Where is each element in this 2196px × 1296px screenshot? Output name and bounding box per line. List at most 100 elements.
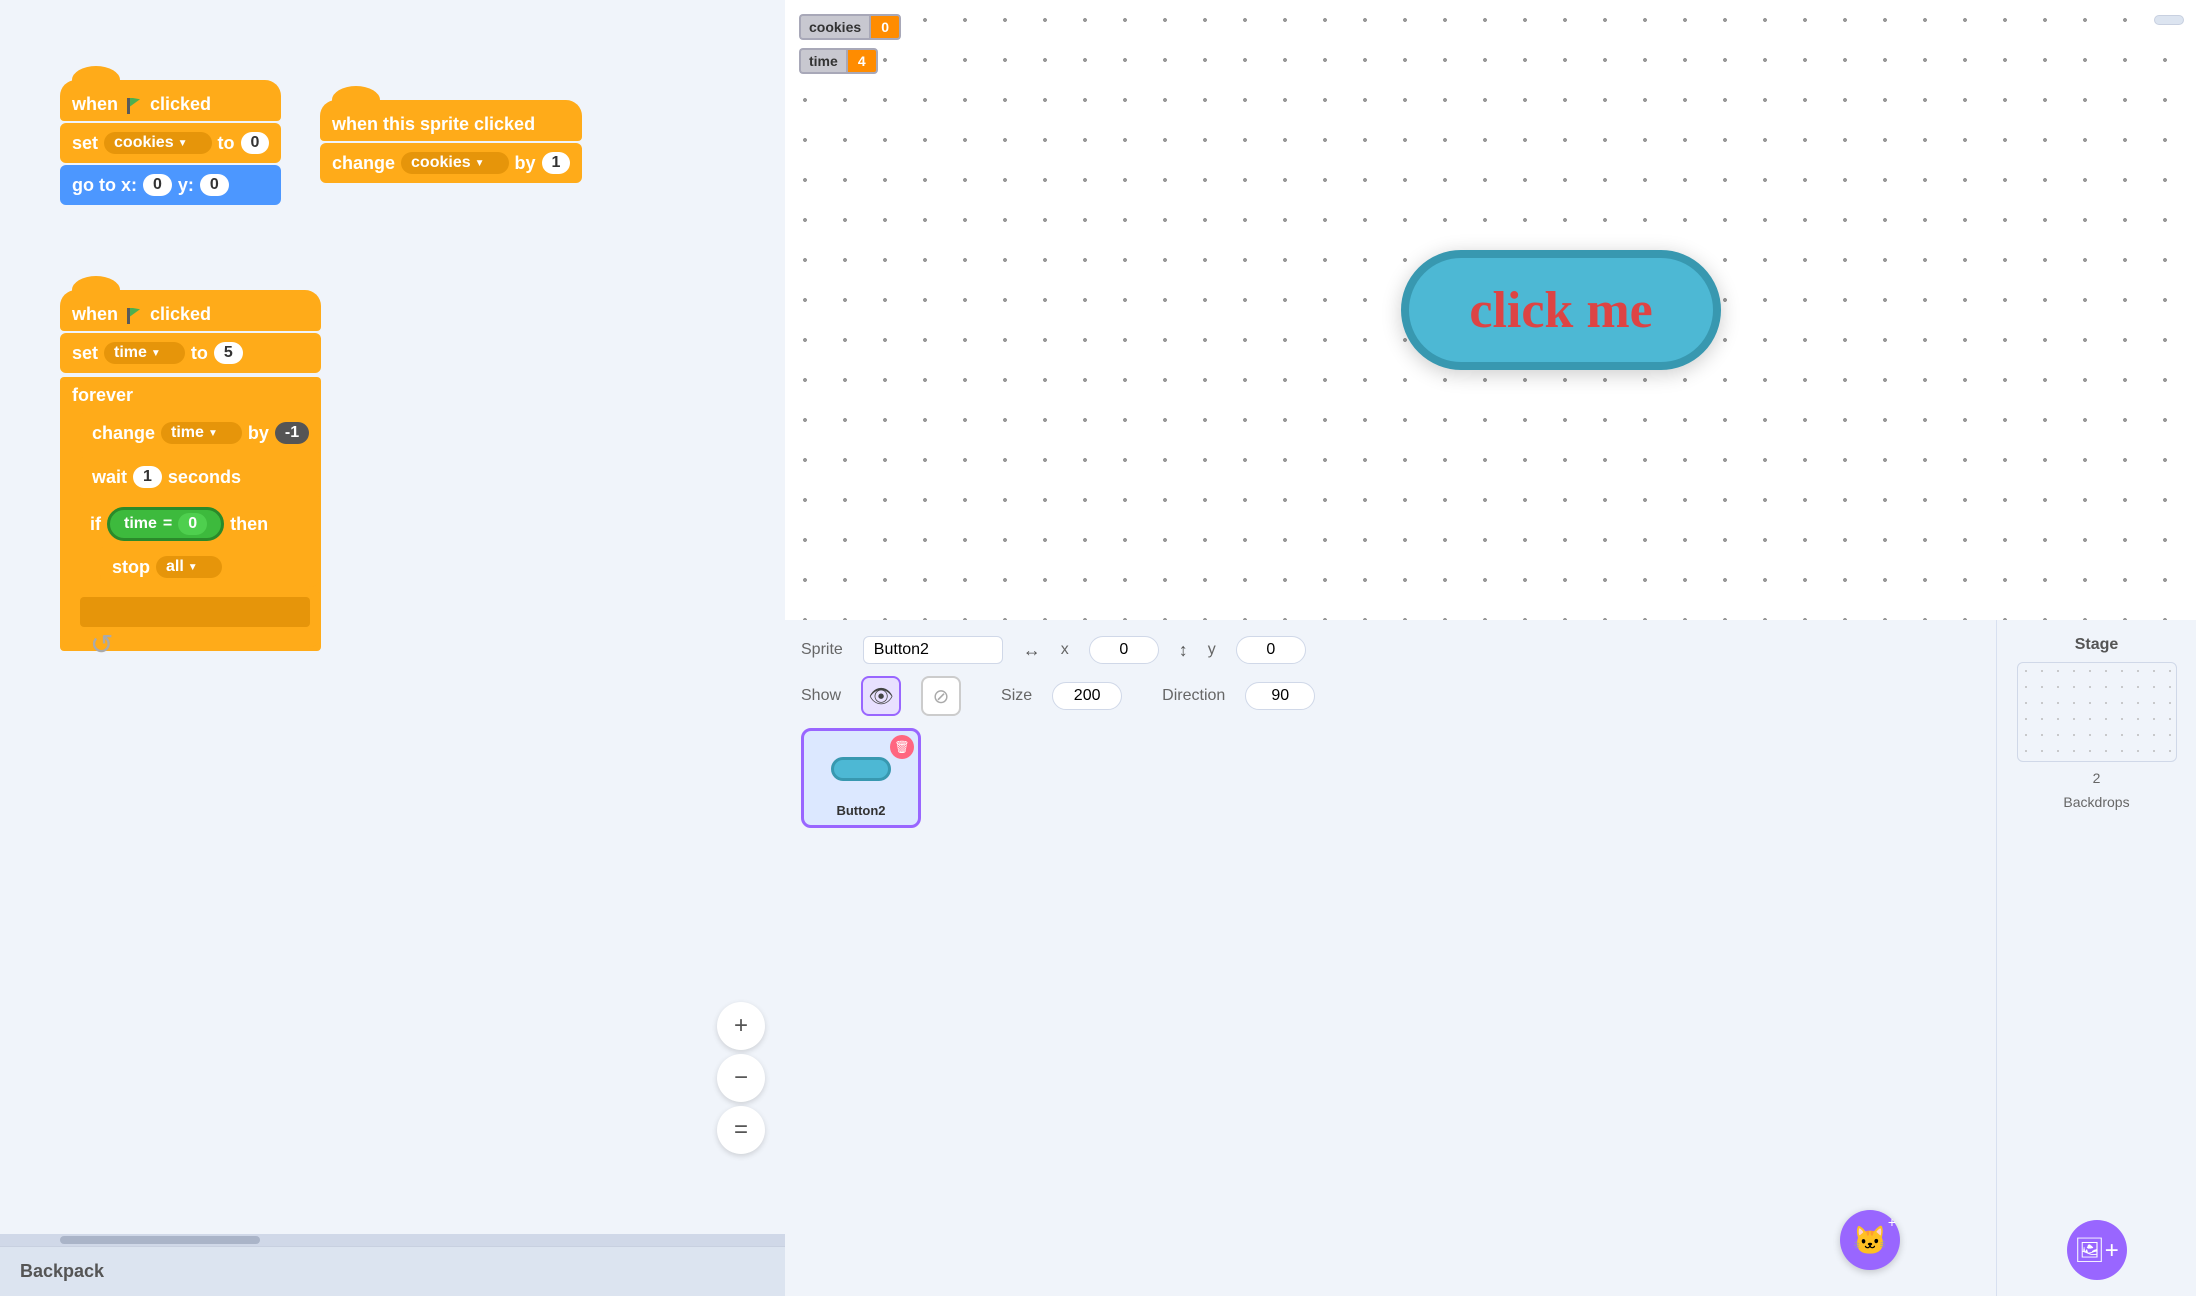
sprite-thumb-button2[interactable]: 🗑 Button2 [801, 728, 921, 828]
size-input[interactable] [1052, 682, 1122, 710]
time-dropdown-set[interactable]: time [104, 342, 185, 364]
cookies-dropdown-1[interactable]: cookies [104, 132, 212, 154]
zoom-out-button[interactable]: − [717, 1054, 765, 1102]
time-dropdown-change[interactable]: time [161, 422, 242, 444]
change-label-3: change [92, 423, 155, 444]
seconds-label: seconds [168, 467, 241, 488]
when-sprite-label: when this sprite clicked [332, 114, 535, 135]
block-stack-3: when clicked set time to 5 forever cha [60, 290, 321, 651]
wait-block[interactable]: wait 1 seconds [80, 457, 321, 497]
stage-panel-right: Stage 2 Backdrops 🖼+ [1996, 620, 2196, 1296]
when-sprite-clicked-hat[interactable]: when this sprite clicked [320, 100, 582, 141]
sprite-info-row-2: Show 👁 ⊘ Size Direction [801, 676, 1980, 716]
oval-time-label: time [124, 515, 157, 533]
eye-closed-icon: ⊘ [933, 684, 950, 709]
direction-label: Direction [1162, 687, 1225, 705]
oval-eq: = [163, 515, 172, 533]
stage-top-bar [785, 0, 2196, 40]
direction-input[interactable] [1245, 682, 1315, 710]
sprite-panel: Sprite ↔ x ↕ y Show 👁 ⊘ Size Directi [785, 620, 1996, 1296]
if-row: if time = 0 then [80, 501, 321, 547]
wait-val[interactable]: 1 [133, 466, 162, 488]
wait-label: wait [92, 467, 127, 488]
set-val-3[interactable]: 5 [214, 342, 243, 364]
y-input[interactable] [1236, 636, 1306, 664]
sprite-delete-button[interactable]: 🗑 [890, 735, 914, 759]
change-val-2[interactable]: 1 [542, 152, 571, 174]
refresh-icon[interactable]: ↺ [90, 628, 113, 661]
code-area: when clicked set cookies to 0 go to x: 0… [0, 0, 785, 1234]
x-input[interactable] [1089, 636, 1159, 664]
by-label-2: by [515, 153, 536, 174]
backpack-label: Backpack [20, 1261, 104, 1282]
if-label: if [90, 514, 101, 535]
click-me-text: click me [1469, 281, 1652, 340]
goto-label: go to x: [72, 175, 137, 196]
sprite-thumb-inner [821, 739, 901, 799]
backdrops-label: Backdrops [2063, 794, 2129, 810]
zoom-controls: + − = [717, 1002, 765, 1154]
click-me-sprite[interactable]: click me [1401, 250, 1721, 370]
if-block-wrapper: if time = 0 then stop [80, 501, 321, 593]
set-label-3: set [72, 343, 98, 364]
show-hidden-button[interactable]: ⊘ [921, 676, 961, 716]
size-label: Size [1001, 687, 1032, 705]
stage: cookies 0 time 4 click me [785, 0, 2196, 620]
sprite-name-input[interactable] [863, 636, 1003, 664]
change-label-2: change [332, 153, 395, 174]
stop-dropdown[interactable]: all [156, 556, 222, 578]
flag-icon-3 [127, 306, 141, 324]
change-val-3[interactable]: -1 [275, 422, 309, 444]
set-val-1[interactable]: 0 [241, 132, 270, 154]
sprite-mini-preview [831, 757, 891, 781]
if-inner: stop all [100, 547, 321, 587]
horizontal-scrollbar[interactable] [0, 1234, 785, 1246]
zoom-fit-button[interactable]: = [717, 1106, 765, 1154]
goto-xy-block[interactable]: go to x: 0 y: 0 [60, 165, 281, 205]
change-time-block[interactable]: change time by -1 [80, 413, 321, 453]
change-cookies-block[interactable]: change cookies by 1 [320, 143, 582, 183]
time-oval[interactable]: time = 0 [107, 507, 224, 541]
stage-panel-label: Stage [2075, 636, 2119, 654]
sprite-info-row: Sprite ↔ x ↕ y [801, 636, 1980, 664]
sprite-add-area: 🐱 + [801, 840, 1980, 1280]
goto-y-val[interactable]: 0 [200, 174, 229, 196]
forever-block-wrapper: forever change time by -1 wait 1 seconds [60, 377, 321, 651]
block-stack-1: when clicked set cookies to 0 go to x: 0… [60, 80, 281, 207]
to-label-1: to [218, 133, 235, 154]
when-label-3: when [72, 304, 118, 325]
backpack-section: Backpack [0, 1246, 785, 1296]
backdrops-count: 2 [2093, 770, 2101, 786]
y-label: y [1208, 641, 1216, 659]
time-var-label: time [799, 48, 846, 74]
cookies-dropdown-2[interactable]: cookies [401, 152, 509, 174]
time-var-row: time 4 [799, 48, 901, 74]
zoom-in-button[interactable]: + [717, 1002, 765, 1050]
y-coord-icon: ↕ [1179, 640, 1188, 661]
code-panel: when clicked set cookies to 0 go to x: 0… [0, 0, 785, 1296]
when-flag-clicked-hat-3[interactable]: when clicked [60, 290, 321, 331]
stop-block[interactable]: stop all [100, 547, 321, 587]
show-label: Show [801, 687, 841, 705]
set-cookies-block[interactable]: set cookies to 0 [60, 123, 281, 163]
x-coord-icon: ↔ [1023, 640, 1041, 661]
stop-label: stop [112, 557, 150, 578]
time-var-value: 4 [846, 48, 878, 74]
when-flag-clicked-hat-1[interactable]: when clicked [60, 80, 281, 121]
set-time-block[interactable]: set time to 5 [60, 333, 321, 373]
goto-x-val[interactable]: 0 [143, 174, 172, 196]
x-label: x [1061, 641, 1069, 659]
stage-thumbnail[interactable] [2017, 662, 2177, 762]
cat-icon: 🐱 [1853, 1224, 1888, 1257]
set-label-1: set [72, 133, 98, 154]
add-sprite-button[interactable]: 🐱 + [1840, 1210, 1900, 1270]
show-visible-button[interactable]: 👁 [861, 676, 901, 716]
bottom-area: Sprite ↔ x ↕ y Show 👁 ⊘ Size Directi [785, 620, 2196, 1296]
eye-open-icon: 👁 [868, 684, 893, 709]
flag-icon-1 [127, 96, 141, 114]
oval-val[interactable]: 0 [178, 513, 207, 535]
add-backdrop-button[interactable]: 🖼+ [2067, 1220, 2127, 1280]
empty-slot [80, 597, 310, 627]
stage-controls-button[interactable] [2154, 15, 2184, 25]
scroll-thumb [60, 1236, 260, 1244]
